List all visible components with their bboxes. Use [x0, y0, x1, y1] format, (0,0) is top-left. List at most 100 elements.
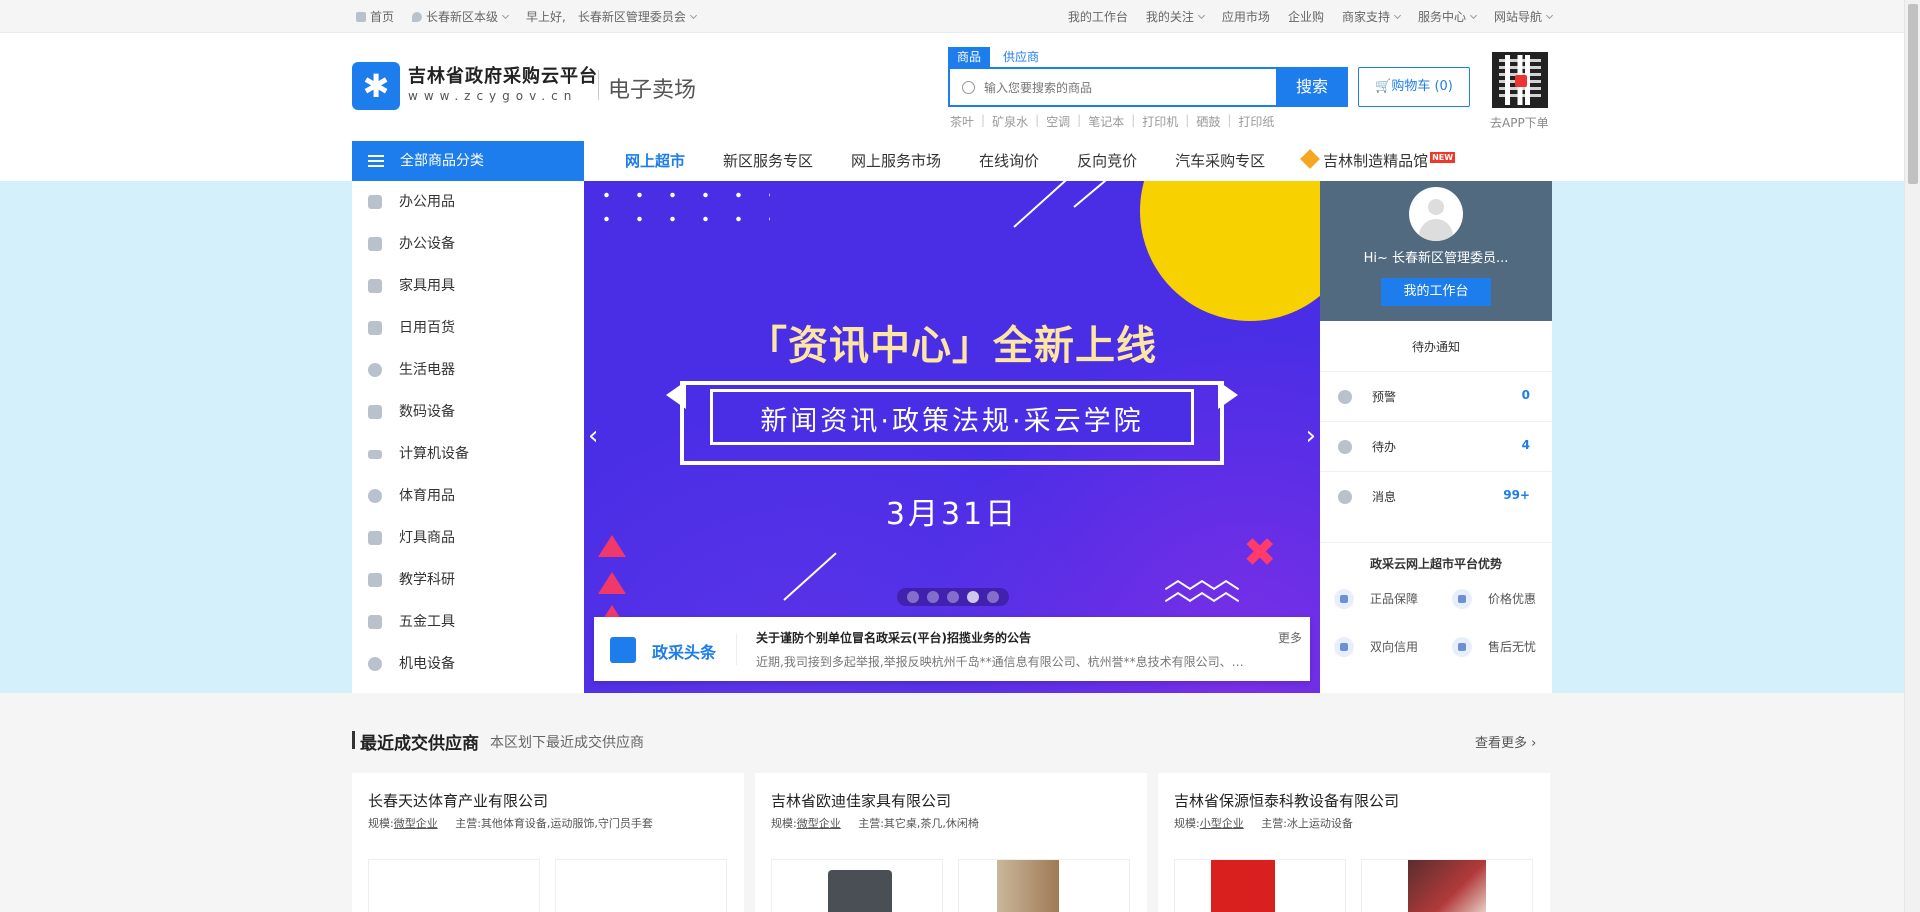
- category-label: 体育用品: [399, 488, 455, 504]
- top-bar: 首页 长春新区本级 早上好, 长春新区管理委员会 我的工作台 我的关注 应用市场…: [0, 0, 1904, 33]
- supplier-card[interactable]: 吉林省保源恒泰科教设备有限公司 规模:小型企业 主营:冰上运动设备: [1158, 773, 1550, 912]
- search-tab-goods[interactable]: 商品: [948, 47, 991, 67]
- org-select[interactable]: 长春新区管理委员会: [578, 8, 697, 25]
- advantage-label: 正品保障: [1370, 592, 1419, 606]
- category-item-office-supplies[interactable]: 办公用品: [352, 181, 584, 223]
- product-thumbnail[interactable]: [1174, 859, 1346, 912]
- nav-item-auto[interactable]: 汽车采购专区: [1156, 141, 1284, 181]
- cart-button[interactable]: 🛒购物车 (0): [1358, 67, 1470, 107]
- search-tab-supplier[interactable]: 供应商: [994, 47, 1048, 67]
- supplier-main: 其它桌,茶几,休闲椅: [883, 817, 979, 830]
- hotword[interactable]: 打印机: [1142, 113, 1178, 130]
- banner-dot[interactable]: [947, 591, 959, 603]
- category-item-teaching[interactable]: 教学科研: [352, 559, 584, 601]
- user-header: Hi~ 长春新区管理委员... 我的工作台: [1320, 181, 1552, 321]
- hotword[interactable]: 空调: [1046, 113, 1070, 130]
- banner-headline: 「资讯中心」全新上线: [747, 323, 1157, 369]
- nav-item-jilin-made[interactable]: 吉林制造精品馆 NEW: [1284, 141, 1474, 181]
- supplier-name[interactable]: 吉林省欧迪佳家具有限公司: [771, 790, 951, 811]
- all-categories-button[interactable]: 全部商品分类: [352, 141, 584, 181]
- nav-item-service-market[interactable]: 网上服务市场: [832, 141, 960, 181]
- scrollbar-thumb[interactable]: [1908, 4, 1918, 184]
- supplier-name[interactable]: 吉林省保源恒泰科教设备有限公司: [1174, 790, 1399, 811]
- product-thumbnail[interactable]: [1361, 859, 1533, 912]
- product-image: [1211, 860, 1275, 912]
- supplier-name[interactable]: 长春天达体育产业有限公司: [368, 790, 548, 811]
- banner-next-icon[interactable]: ›: [1306, 421, 1316, 451]
- topbar-link-appmarket[interactable]: 应用市场: [1222, 8, 1270, 25]
- logo-divider: [598, 70, 599, 100]
- banner-dot-active[interactable]: [967, 591, 979, 603]
- category-item-electromechanical[interactable]: 机电设备: [352, 643, 584, 685]
- todo-row-messages[interactable]: 消息 99+: [1320, 471, 1552, 521]
- search-icon: [962, 81, 975, 94]
- news-summary[interactable]: 近期,我司接到多起举报,举报反映杭州千岛**通信息有限公司、杭州誉**息技术有限…: [756, 653, 1256, 670]
- chevron-down-icon: [501, 11, 510, 20]
- workbench-button[interactable]: 我的工作台: [1381, 278, 1491, 306]
- nav-item-newarea[interactable]: 新区服务专区: [704, 141, 832, 181]
- product-thumbnail[interactable]: [958, 859, 1130, 912]
- todo-row-pending[interactable]: 待办 4: [1320, 421, 1552, 471]
- todo-row-warning[interactable]: 预警 0: [1320, 371, 1552, 421]
- banner-dot[interactable]: [987, 591, 999, 603]
- news-title[interactable]: 关于谨防个别单位冒名政采云(平台)招揽业务的公告: [756, 629, 1031, 646]
- user-greeting: Hi~ 长春新区管理委员...: [1363, 251, 1509, 266]
- logo-url: www.zcygov.cn: [408, 89, 578, 103]
- category-item-daily-goods[interactable]: 日用百货: [352, 307, 584, 349]
- topbar-link-sitenav[interactable]: 网站导航: [1494, 8, 1554, 25]
- category-label: 生活电器: [399, 362, 455, 378]
- nav-item-inquiry[interactable]: 在线询价: [960, 141, 1058, 181]
- hotword[interactable]: 笔记本: [1088, 113, 1124, 130]
- supplier-main: 冰上运动设备: [1286, 817, 1353, 830]
- hotword[interactable]: 硒鼓: [1196, 113, 1220, 130]
- camera-icon: [368, 405, 382, 419]
- hotword[interactable]: 打印纸: [1238, 113, 1274, 130]
- greeting-text: 早上好,: [526, 10, 566, 24]
- news-more-link[interactable]: 更多: [1278, 629, 1302, 646]
- category-label: 教学科研: [399, 572, 455, 588]
- todo-title: 待办通知: [1411, 340, 1460, 354]
- banner-decoration: [783, 552, 837, 601]
- category-label: 日用百货: [399, 320, 455, 336]
- home-link[interactable]: 首页: [356, 8, 394, 25]
- topbar-link-enterprise[interactable]: 企业购: [1288, 8, 1324, 25]
- category-item-sports[interactable]: 体育用品: [352, 475, 584, 517]
- topbar-link-follow[interactable]: 我的关注: [1146, 8, 1205, 25]
- topbar-link-workbench[interactable]: 我的工作台: [1068, 8, 1128, 25]
- category-item-appliances[interactable]: 生活电器: [352, 349, 584, 391]
- category-item-furniture[interactable]: 家具用具: [352, 265, 584, 307]
- location-select[interactable]: 长春新区本级: [412, 8, 510, 25]
- search-input[interactable]: [984, 78, 1264, 98]
- logo-icon[interactable]: ✱: [352, 62, 400, 110]
- page-scrollbar[interactable]: [1904, 0, 1920, 912]
- banner-prev-icon[interactable]: ‹: [588, 421, 598, 451]
- supplier-card[interactable]: 吉林省欧迪佳家具有限公司 规模:微型企业 主营:其它桌,茶几,休闲椅: [755, 773, 1147, 912]
- banner-dot[interactable]: [907, 591, 919, 603]
- jilin-made-label: 吉林制造精品馆: [1323, 152, 1429, 170]
- category-item-lighting[interactable]: 灯具商品: [352, 517, 584, 559]
- banner-dot[interactable]: [927, 591, 939, 603]
- category-item-digital[interactable]: 数码设备: [352, 391, 584, 433]
- product-thumbnail[interactable]: [368, 859, 540, 912]
- nav-item-supermarket[interactable]: 网上超市: [606, 141, 704, 181]
- product-thumbnail[interactable]: [555, 859, 727, 912]
- hotword[interactable]: 茶叶: [950, 113, 974, 130]
- motor-icon: [368, 657, 382, 671]
- product-image: [1408, 860, 1486, 912]
- topbar-link-merchant[interactable]: 商家支持: [1342, 8, 1402, 25]
- product-thumbnail[interactable]: [771, 859, 943, 912]
- category-item-hardware[interactable]: 五金工具: [352, 601, 584, 643]
- category-item-office-equipment[interactable]: 办公设备: [352, 223, 584, 265]
- category-item-computer[interactable]: 计算机设备: [352, 433, 584, 475]
- nav-item-reverse-bid[interactable]: 反向竞价: [1058, 141, 1156, 181]
- category-label: 数码设备: [399, 404, 455, 420]
- hotword[interactable]: 矿泉水: [992, 113, 1028, 130]
- chair-image: [828, 870, 892, 912]
- supplier-card[interactable]: 长春天达体育产业有限公司 规模:微型企业 主营:其他体育设备,运动服饰,守门员手…: [352, 773, 744, 912]
- topbar-link-service[interactable]: 服务中心: [1418, 8, 1478, 25]
- search-button[interactable]: 搜索: [1276, 67, 1348, 107]
- home-label: 首页: [370, 10, 395, 24]
- view-more-link[interactable]: 查看更多 ›: [1475, 732, 1536, 751]
- cart-icon: 🛒: [1375, 79, 1392, 94]
- view-more-label: 查看更多: [1475, 736, 1528, 751]
